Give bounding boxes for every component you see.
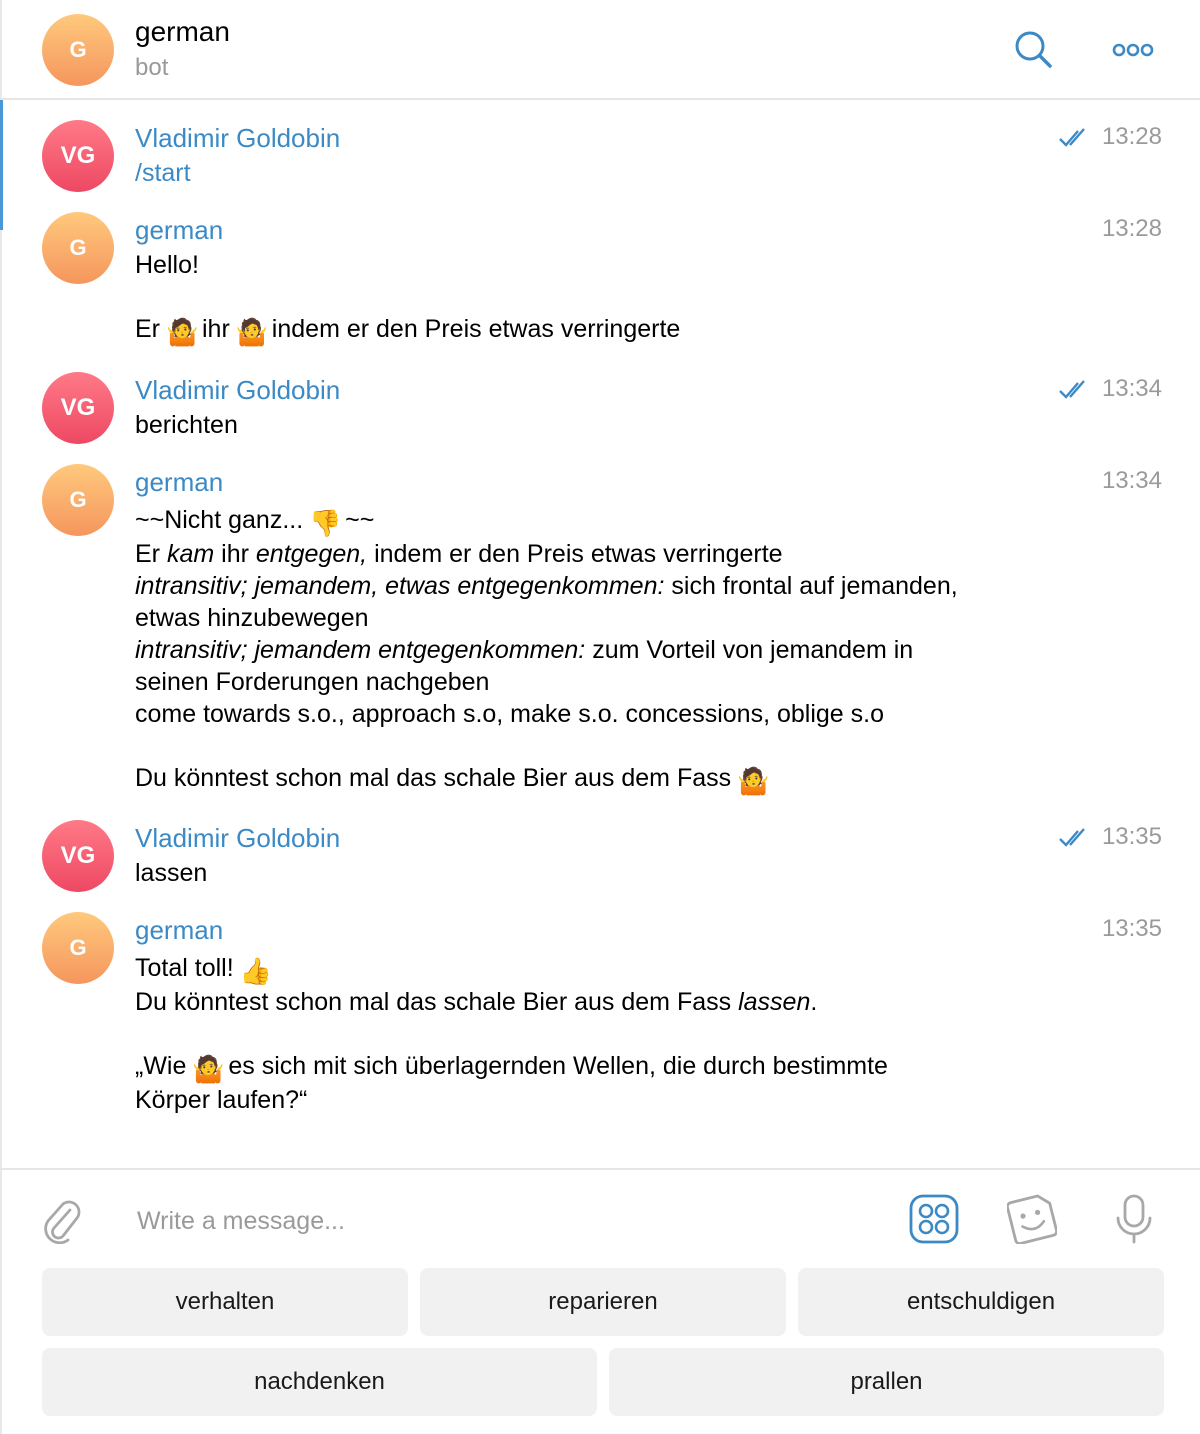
text-line: come towards s.o., approach s.o, make s.… — [135, 700, 884, 728]
avatar[interactable]: G — [42, 212, 114, 284]
text-line: Du könntest schon mal das schale Bier au… — [135, 986, 1095, 1018]
sticker-icon[interactable] — [1007, 1194, 1057, 1244]
text-fragment: Er — [135, 540, 160, 568]
sender-name[interactable]: german — [135, 215, 223, 246]
text-line: berichten — [135, 411, 238, 439]
bot-command-link[interactable]: /start — [135, 159, 191, 187]
bot-keyboard-row: verhalten reparieren entschuldigen — [42, 1268, 1164, 1336]
paperclip-icon[interactable] — [40, 1196, 84, 1244]
message-text: Hello! Er 🤷 ihr 🤷 indem er den Preis etwas v… — [135, 249, 1095, 347]
text-fragment: ihr — [202, 315, 230, 343]
text-line: Er kam ihr entgegen, indem er den Preis … — [135, 538, 1095, 570]
keyboard-button-reparieren[interactable]: reparieren — [420, 1268, 786, 1336]
message-time: 13:34 — [1101, 467, 1162, 494]
chat-title[interactable]: german — [135, 16, 230, 48]
text-line: Er 🤷 ihr 🤷 indem er den Preis etwas verringe… — [135, 313, 1095, 347]
text-fragment: zum Vorteil von jemandem in — [592, 636, 914, 664]
text-line: intransitiv; jemandem entgegenkommen: zu… — [135, 634, 1095, 666]
message-input[interactable] — [135, 1198, 879, 1244]
message-list[interactable]: VG Vladimir Goldobin 13:28 /start G germ… — [0, 100, 1200, 1168]
keyboard-button-verhalten[interactable]: verhalten — [42, 1268, 408, 1336]
keyboard-button-entschuldigen[interactable]: entschuldigen — [798, 1268, 1164, 1336]
message-text: ~~Nicht ganz... 👎 ~~ Er kam ihr entgegen, … — [135, 504, 1095, 796]
avatar[interactable]: VG — [42, 820, 114, 892]
shrug-emoji-icon: 🤷 — [192, 1054, 225, 1084]
text-line: Körper laufen?“ — [135, 1086, 308, 1114]
text-fragment: Du könntest schon mal das schale Bier au… — [135, 764, 732, 792]
text-line: lassen — [135, 859, 208, 887]
text-line: Total toll! 👍 — [135, 952, 1095, 986]
text-fragment: ~~ — [345, 506, 375, 534]
shrug-emoji-icon: 🤷 — [166, 317, 199, 347]
sender-name[interactable]: Vladimir Goldobin — [135, 823, 340, 854]
shrug-emoji-icon: 🤷 — [235, 317, 269, 347]
avatar[interactable]: G — [42, 464, 114, 536]
message-time: 13:28 — [1101, 123, 1162, 150]
double-check-icon — [1059, 128, 1085, 147]
text-line: intransitiv; jemandem, etwas entgegenkom… — [135, 570, 1095, 602]
thumbs-up-emoji-icon: 👍 — [239, 956, 273, 986]
message-time: 13:35 — [1101, 823, 1162, 850]
text-line: ~~Nicht ganz... 👎 ~~ — [135, 504, 1095, 538]
text-fragment: es sich mit sich überlagernden Wellen, d… — [228, 1052, 888, 1080]
more-icon[interactable] — [1112, 28, 1154, 70]
message-text: lassen — [135, 857, 1095, 889]
text-fragment: intransitiv; jemandem entgegenkommen: — [135, 636, 586, 664]
chat-subtitle: bot — [135, 54, 169, 81]
message-time: 13:28 — [1101, 215, 1162, 242]
microphone-icon[interactable] — [1110, 1194, 1160, 1244]
avatar[interactable]: VG — [42, 120, 114, 192]
text-fragment: kam — [166, 540, 215, 568]
sender-name[interactable]: Vladimir Goldobin — [135, 123, 340, 154]
text-fragment: „Wie — [135, 1052, 187, 1080]
avatar[interactable]: G — [42, 912, 114, 984]
text-line: „Wie 🤷 es sich mit sich überlagernden Well… — [135, 1050, 1095, 1084]
text-fragment: Total toll! — [135, 954, 234, 982]
text-fragment: ihr — [221, 540, 249, 568]
text-fragment: ~~Nicht ganz... — [135, 506, 304, 534]
text-fragment: . — [810, 988, 818, 1016]
search-icon[interactable] — [1012, 28, 1054, 70]
text-line: etwas hinzubewegen — [135, 604, 369, 632]
text-line: seinen Forderungen nachgeben — [135, 668, 490, 696]
thumbs-down-emoji-icon: 👎 — [309, 508, 342, 538]
bot-keyboard-icon[interactable] — [909, 1194, 959, 1244]
text-fragment: indem er den Preis etwas verringerte — [271, 315, 681, 343]
text-fragment: lassen — [738, 988, 811, 1016]
message-text: /start — [135, 157, 1095, 189]
text-line: Hello! — [135, 251, 199, 279]
sender-name[interactable]: german — [135, 915, 223, 946]
chat-avatar[interactable]: G — [42, 14, 114, 86]
keyboard-button-prallen[interactable]: prallen — [609, 1348, 1164, 1416]
bot-keyboard-row: nachdenken prallen — [42, 1348, 1164, 1416]
message-time: 13:34 — [1101, 375, 1162, 402]
text-fragment: Er — [135, 315, 160, 343]
text-fragment: entgegen, — [255, 540, 368, 568]
message-time: 13:35 — [1101, 915, 1162, 942]
text-fragment: Du könntest schon mal das schale Bier au… — [135, 988, 732, 1016]
double-check-icon — [1059, 380, 1085, 399]
text-line: Du könntest schon mal das schale Bier au… — [135, 762, 1095, 796]
message-composer — [0, 1168, 1200, 1270]
text-fragment: intransitiv; jemandem, etwas entgegenkom… — [135, 572, 665, 600]
sender-name[interactable]: Vladimir Goldobin — [135, 375, 340, 406]
text-fragment: indem er den Preis etwas verringerte — [374, 540, 783, 568]
double-check-icon — [1059, 828, 1085, 847]
shrug-emoji-icon: 🤷 — [737, 766, 770, 796]
keyboard-button-nachdenken[interactable]: nachdenken — [42, 1348, 597, 1416]
message-text: berichten — [135, 409, 1095, 441]
message-text: Total toll! 👍 Du könntest schon mal das s… — [135, 952, 1095, 1116]
text-fragment: sich frontal auf jemanden, — [671, 572, 958, 600]
sender-name[interactable]: german — [135, 467, 223, 498]
avatar[interactable]: VG — [42, 372, 114, 444]
chat-header: G german bot — [0, 0, 1200, 100]
